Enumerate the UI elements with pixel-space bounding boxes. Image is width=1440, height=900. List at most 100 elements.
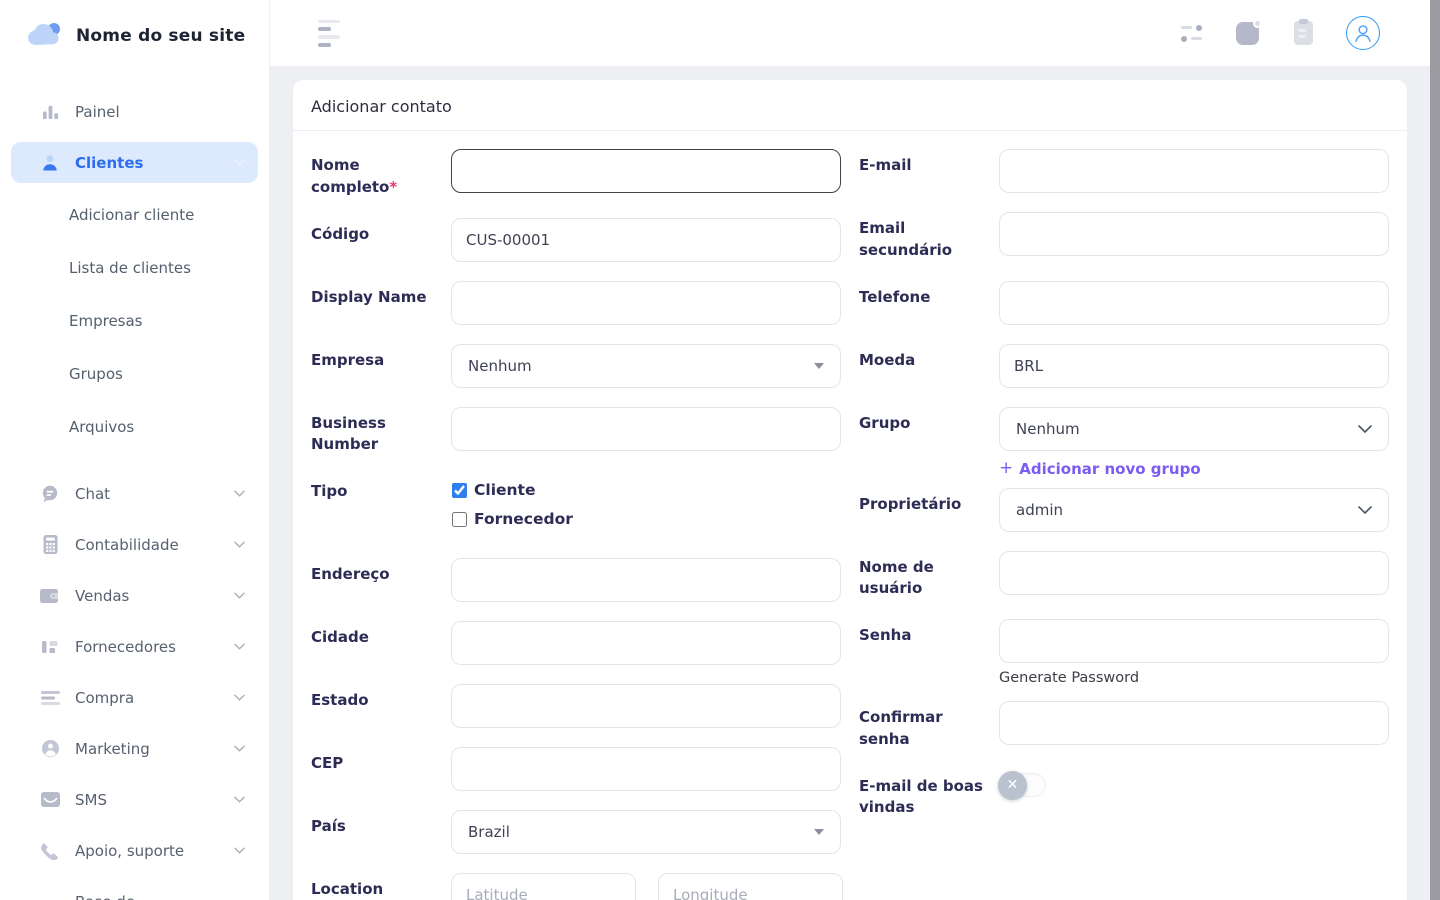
selected-value: admin <box>1016 501 1063 519</box>
sidebar-item-arquivos[interactable]: Arquivos <box>0 400 269 453</box>
cidade-input[interactable] <box>451 621 841 665</box>
person-circle-icon <box>40 739 60 759</box>
chevron-down-icon <box>234 847 245 854</box>
user-avatar[interactable] <box>1346 16 1380 50</box>
endereco-input[interactable] <box>451 558 841 602</box>
form-right-column: E-mail Email secundário Telefone Moeda G <box>859 149 1389 900</box>
sidebar-item-empresas[interactable]: Empresas <box>0 294 269 347</box>
top-header <box>270 0 1430 66</box>
chevron-down-icon <box>234 592 245 599</box>
field-label: Endereço <box>311 558 451 602</box>
field-label: Moeda <box>859 344 999 388</box>
selected-value: Nenhum <box>1016 420 1080 438</box>
field-label: Nome de usuário <box>859 551 999 601</box>
field-label: Tipo <box>311 475 451 539</box>
pais-select[interactable]: Brazil <box>451 810 841 854</box>
sidebar-item-label: Arquivos <box>69 418 134 436</box>
clipboard-icon[interactable] <box>1290 20 1316 46</box>
wallet-icon <box>40 586 60 606</box>
email-secundario-input[interactable] <box>999 212 1389 256</box>
field-nome-completo: Nome completo* <box>311 149 841 199</box>
proprietario-select[interactable]: admin <box>999 488 1389 532</box>
field-label: Empresa <box>311 344 451 388</box>
sidebar-item-clientes[interactable]: Clientes <box>11 142 258 183</box>
site-name: Nome do seu site <box>76 26 245 46</box>
moeda-input[interactable] <box>999 344 1389 388</box>
apps-icon[interactable] <box>1234 20 1260 46</box>
sidebar-item-chat[interactable]: Chat <box>0 468 269 519</box>
field-label: Business Number <box>311 407 451 457</box>
cliente-checkbox[interactable] <box>452 483 467 498</box>
email-input[interactable] <box>999 149 1389 193</box>
estado-input[interactable] <box>451 684 841 728</box>
sidebar-item-grupos[interactable]: Grupos <box>0 347 269 400</box>
selected-value: Brazil <box>468 823 510 841</box>
codigo-input[interactable] <box>451 218 841 262</box>
sidebar-item-base-de-conhecimento[interactable]: Base de <box>0 876 269 900</box>
sidebar-item-fornecedores[interactable]: Fornecedores <box>0 621 269 672</box>
display-name-input[interactable] <box>451 281 841 325</box>
add-group-link[interactable]: + Adicionar novo grupo <box>999 460 1201 478</box>
latitude-input[interactable] <box>451 873 636 900</box>
field-business-number: Business Number <box>311 407 841 457</box>
fornecedor-checkbox[interactable] <box>452 512 467 527</box>
add-contact-card: Adicionar contato Nome completo* Código … <box>293 80 1407 900</box>
field-proprietario: Proprietário admin <box>859 488 1389 532</box>
sidebar-item-sms[interactable]: SMS <box>0 774 269 825</box>
field-label: E-mail <box>859 149 999 193</box>
grupo-select[interactable]: Nenhum <box>999 407 1389 451</box>
sidebar-item-painel[interactable]: Painel <box>0 86 269 137</box>
sidebar-item-compra[interactable]: Compra <box>0 672 269 723</box>
sidebar-item-adicionar-cliente[interactable]: Adicionar cliente <box>0 188 269 241</box>
nome-usuario-input[interactable] <box>999 551 1389 595</box>
header-actions <box>1178 16 1380 50</box>
field-label: Código <box>311 218 451 262</box>
field-label: Proprietário <box>859 488 999 532</box>
sidebar-item-marketing[interactable]: Marketing <box>0 723 269 774</box>
field-cidade: Cidade <box>311 621 841 665</box>
page-scrollbar[interactable] <box>1430 0 1440 900</box>
field-grupo: Grupo Nenhum + Adicionar novo grupo <box>859 407 1389 478</box>
sidebar-item-label: Contabilidade <box>75 536 179 554</box>
generate-password-link[interactable]: Generate Password <box>999 670 1389 686</box>
add-contact-form: Nome completo* Código Display Name Empre… <box>293 131 1407 900</box>
senha-input[interactable] <box>999 619 1389 663</box>
blocks-icon <box>40 637 60 657</box>
field-telefone: Telefone <box>859 281 1389 325</box>
chevron-down-icon <box>234 541 245 548</box>
envelope-icon <box>40 790 60 810</box>
main-content: Adicionar contato Nome completo* Código … <box>270 66 1430 900</box>
sidebar-menu: Painel Clientes Adicionar cliente Lista … <box>0 69 269 900</box>
chevron-down-icon <box>234 643 245 650</box>
toggle-knob-x-icon: ✕ <box>998 771 1027 800</box>
dropdown-triangle-icon <box>814 363 824 369</box>
business-number-input[interactable] <box>451 407 841 451</box>
sliders-icon[interactable] <box>1178 20 1204 46</box>
clientes-submenu: Adicionar cliente Lista de clientes Empr… <box>0 188 269 453</box>
cep-input[interactable] <box>451 747 841 791</box>
sidebar-item-label: Apoio, suporte <box>75 842 184 860</box>
longitude-input[interactable] <box>658 873 843 900</box>
field-label: Grupo <box>859 407 999 478</box>
sidebar-item-label: Compra <box>75 689 134 707</box>
logo[interactable]: Nome do seu site <box>0 0 269 69</box>
field-label: Confirmar senha <box>859 701 999 751</box>
sidebar-item-contabilidade[interactable]: Contabilidade <box>0 519 269 570</box>
sidebar-item-label: Adicionar cliente <box>69 206 194 224</box>
field-email: E-mail <box>859 149 1389 193</box>
nome-completo-input[interactable] <box>451 149 841 193</box>
empresa-select[interactable]: Nenhum <box>451 344 841 388</box>
sidebar-item-apoio-suporte[interactable]: Apoio, suporte <box>0 825 269 876</box>
field-senha: Senha Generate Password <box>859 619 1389 686</box>
menu-toggle-icon[interactable] <box>318 20 340 47</box>
fornecedor-checkbox-row: Fornecedor <box>451 510 841 528</box>
telefone-input[interactable] <box>999 281 1389 325</box>
sidebar-item-vendas[interactable]: Vendas <box>0 570 269 621</box>
dropdown-triangle-icon <box>814 829 824 835</box>
sidebar-item-lista-de-clientes[interactable]: Lista de clientes <box>0 241 269 294</box>
field-boas-vindas: E-mail de boas vindas ✕ <box>859 770 1389 820</box>
lines-icon <box>40 688 60 708</box>
field-label: CEP <box>311 747 451 791</box>
welcome-email-toggle[interactable]: ✕ <box>999 773 1046 797</box>
confirmar-senha-input[interactable] <box>999 701 1389 745</box>
